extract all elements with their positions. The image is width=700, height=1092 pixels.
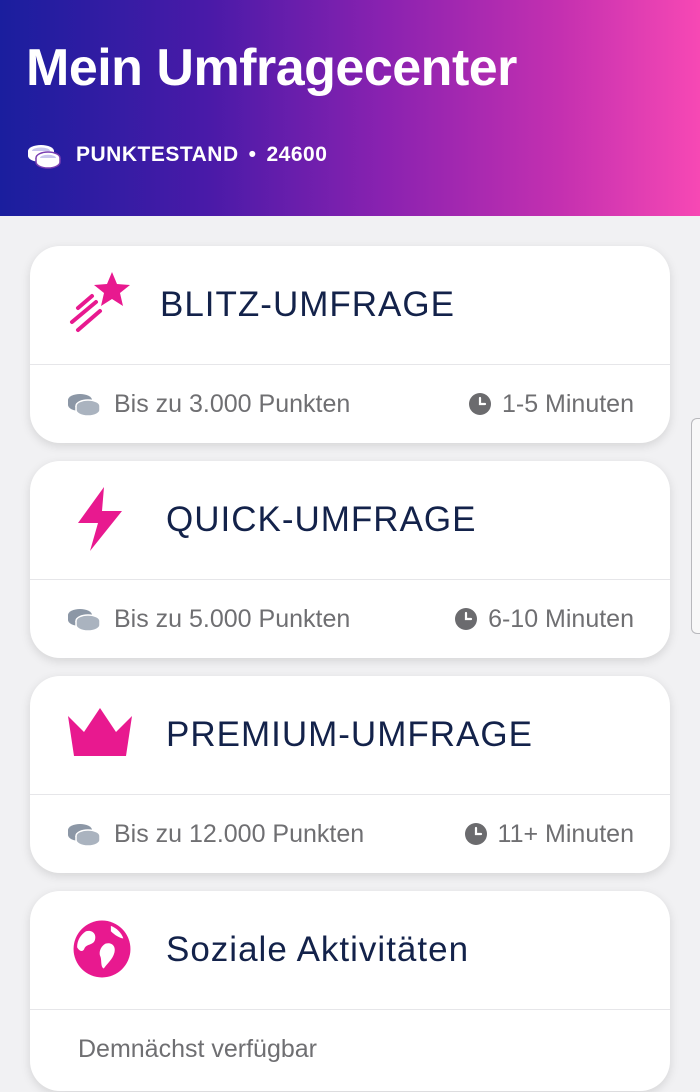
clock-icon [468, 393, 491, 415]
shooting-star-icon [70, 272, 130, 332]
card-title: QUICK-UMFRAGE [166, 500, 477, 539]
scrollbar[interactable] [691, 418, 700, 634]
points-balance: PUNKTESTAND • 24600 [26, 140, 327, 170]
points-separator: • [248, 143, 257, 166]
duration-info: 6-10 Minuten [454, 605, 634, 634]
premium-survey-card[interactable]: PREMIUM-UMFRAGE Bis zu 12.000 Punkten 11… [30, 676, 670, 873]
coins-icon [68, 824, 101, 847]
coins-icon [28, 145, 61, 169]
crown-icon [68, 708, 132, 756]
card-title: Soziale Aktivitäten [166, 930, 470, 969]
card-header: Soziale Aktivitäten [30, 891, 670, 1010]
card-details: Bis zu 3.000 Punkten 1-5 Minuten [30, 365, 670, 443]
globe-icon [73, 920, 131, 978]
card-title: PREMIUM-UMFRAGE [166, 715, 533, 754]
duration-text: 6-10 Minuten [488, 604, 634, 633]
card-header: BLITZ-UMFRAGE [30, 246, 670, 365]
availability-status: Demnächst verfügbar [78, 1034, 318, 1063]
clock-icon [455, 608, 478, 630]
quick-survey-card[interactable]: QUICK-UMFRAGE Bis zu 5.000 Punkten 6-10 … [30, 461, 670, 658]
card-details: Bis zu 5.000 Punkten 6-10 Minuten [30, 580, 670, 658]
points-text: Bis zu 5.000 Punkten [114, 604, 351, 633]
points-text: Bis zu 12.000 Punkten [114, 819, 365, 848]
card-details: Demnächst verfügbar [30, 1010, 670, 1088]
card-title: BLITZ-UMFRAGE [160, 285, 455, 324]
points-info: Bis zu 3.000 Punkten [66, 390, 350, 419]
duration-info: 1-5 Minuten [468, 390, 634, 419]
duration-info: 11+ Minuten [464, 820, 634, 849]
coins-icon [68, 609, 101, 632]
card-header: QUICK-UMFRAGE [30, 461, 670, 580]
page-title: Mein Umfragecenter [26, 39, 517, 97]
duration-text: 1-5 Minuten [501, 389, 634, 418]
points-text: Bis zu 3.000 Punkten [114, 389, 351, 418]
clock-icon [464, 823, 487, 845]
points-value: 24600 [266, 143, 328, 166]
card-details: Bis zu 12.000 Punkten 11+ Minuten [30, 795, 670, 873]
card-header: PREMIUM-UMFRAGE [30, 676, 670, 795]
lightning-icon [78, 487, 122, 551]
points-info: Bis zu 5.000 Punkten [66, 605, 350, 634]
points-info: Bis zu 12.000 Punkten [66, 820, 364, 849]
points-label: PUNKTESTAND [76, 143, 239, 166]
duration-text: 11+ Minuten [497, 819, 634, 848]
social-activities-card[interactable]: Soziale Aktivitäten Demnächst verfügbar [30, 891, 670, 1091]
blitz-survey-card[interactable]: BLITZ-UMFRAGE Bis zu 3.000 Punkten 1-5 M… [30, 246, 670, 443]
coins-icon [68, 394, 101, 417]
header: Mein Umfragecenter PUNKTESTAND • 24600 [0, 0, 700, 216]
